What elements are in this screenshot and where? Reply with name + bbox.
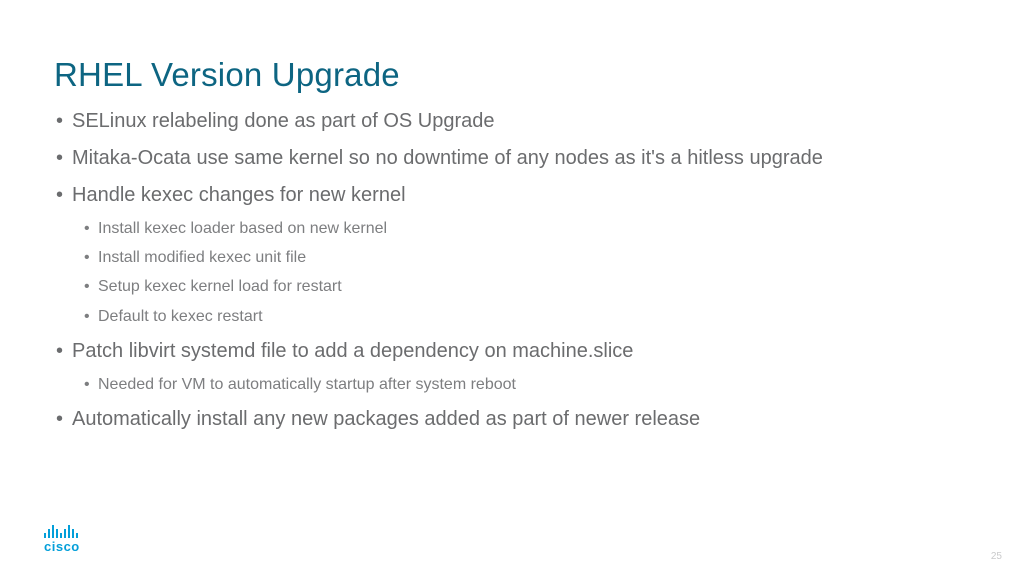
cisco-bars-icon	[44, 524, 78, 538]
list-item-text: Needed for VM to automatically startup a…	[98, 376, 516, 393]
list-item: Handle kexec changes for new kernel Inst…	[54, 182, 970, 328]
list-item: Setup kexec kernel load for restart	[82, 275, 970, 298]
list-item-text: SELinux relabeling done as part of OS Up…	[72, 110, 495, 132]
slide-title: RHEL Version Upgrade	[54, 56, 970, 94]
list-item-text: Install kexec loader based on new kernel	[98, 220, 387, 237]
list-item-text: Patch libvirt systemd file to add a depe…	[72, 340, 633, 362]
list-item: Install kexec loader based on new kernel	[82, 217, 970, 240]
bullet-list: SELinux relabeling done as part of OS Up…	[54, 108, 970, 433]
list-item: Default to kexec restart	[82, 305, 970, 328]
list-item-text: Mitaka-Ocata use same kernel so no downt…	[72, 147, 823, 169]
brand-name: cisco	[44, 539, 80, 554]
brand-logo: cisco	[44, 524, 80, 554]
page-number: 25	[991, 551, 1002, 562]
list-item: Needed for VM to automatically startup a…	[82, 373, 970, 396]
slide: RHEL Version Upgrade SELinux relabeling …	[0, 0, 1024, 576]
list-item: Install modified kexec unit file	[82, 246, 970, 269]
list-item-text: Default to kexec restart	[98, 308, 263, 325]
sub-list: Install kexec loader based on new kernel…	[82, 217, 970, 328]
list-item: Patch libvirt systemd file to add a depe…	[54, 338, 970, 396]
list-item-text: Setup kexec kernel load for restart	[98, 278, 342, 295]
list-item: Automatically install any new packages a…	[54, 406, 970, 433]
list-item-text: Automatically install any new packages a…	[72, 408, 700, 430]
list-item-text: Handle kexec changes for new kernel	[72, 184, 406, 206]
sub-list: Needed for VM to automatically startup a…	[82, 373, 970, 396]
list-item-text: Install modified kexec unit file	[98, 249, 306, 266]
list-item: Mitaka-Ocata use same kernel so no downt…	[54, 145, 970, 172]
list-item: SELinux relabeling done as part of OS Up…	[54, 108, 970, 135]
